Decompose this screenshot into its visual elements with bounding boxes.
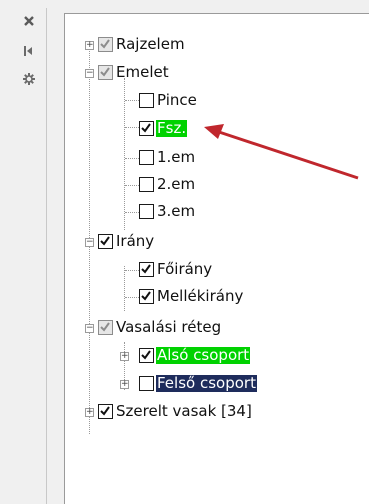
tree-item-2em[interactable]: 2.em — [65, 174, 265, 196]
label-also-csoport: Alsó csoport — [156, 346, 251, 364]
tree-item-emelet[interactable]: − Emelet — [65, 62, 265, 84]
label-irany: Irány — [116, 232, 155, 250]
label-szerelt-vasak: Szerelt vasak [34] — [116, 402, 252, 420]
collapse-icon[interactable]: − — [85, 69, 94, 78]
label-3em: 3.em — [157, 202, 196, 220]
checkbox-1em[interactable] — [139, 150, 154, 165]
tree-item-also-csoport[interactable]: + Alsó csoport — [65, 345, 295, 367]
label-vasalasi-reteg: Vasalási réteg — [116, 318, 222, 336]
tree-item-foirany[interactable]: Főirány — [65, 259, 265, 281]
label-pince: Pince — [157, 91, 197, 109]
checkbox-also-csoport[interactable] — [139, 348, 154, 363]
checkbox-3em[interactable] — [139, 204, 154, 219]
checkbox-foirany[interactable] — [139, 262, 154, 277]
collapse-icon[interactable]: − — [85, 238, 94, 247]
checkbox-pince[interactable] — [139, 93, 154, 108]
tree-item-irany[interactable]: − Irány — [65, 231, 265, 253]
checkbox-emelet[interactable] — [98, 65, 113, 80]
label-emelet: Emelet — [116, 63, 169, 81]
expand-icon[interactable]: + — [120, 380, 129, 389]
tree-item-1em[interactable]: 1.em — [65, 147, 265, 169]
label-foirany: Főirány — [157, 260, 213, 278]
gear-icon[interactable] — [22, 72, 36, 86]
label-2em: 2.em — [157, 175, 196, 193]
layer-tree-panel: + Rajzelem − Emelet Pince Fsz. 1.em 2.em — [64, 13, 369, 504]
expand-icon[interactable]: + — [120, 352, 129, 361]
checkbox-irany[interactable] — [98, 234, 113, 249]
tree-item-mellekirany[interactable]: Mellékirány — [65, 286, 265, 308]
tree-item-3em[interactable]: 3.em — [65, 201, 265, 223]
tree-item-pince[interactable]: Pince — [65, 90, 265, 112]
tree-item-fsz[interactable]: Fsz. — [65, 118, 265, 140]
checkbox-felso-csoport[interactable] — [139, 376, 154, 391]
label-1em: 1.em — [157, 148, 196, 166]
tree-item-rajzelem[interactable]: + Rajzelem — [65, 34, 265, 56]
tree-item-vasalasi-reteg[interactable]: − Vasalási réteg — [65, 317, 285, 339]
checkbox-fsz[interactable] — [139, 121, 154, 136]
panel-sidebar — [0, 0, 46, 504]
close-icon[interactable] — [22, 14, 36, 28]
expand-icon[interactable]: + — [85, 41, 94, 50]
label-fsz: Fsz. — [156, 119, 188, 137]
checkbox-mellekirany[interactable] — [139, 289, 154, 304]
label-rajzelem: Rajzelem — [116, 35, 185, 53]
checkbox-2em[interactable] — [139, 177, 154, 192]
checkbox-szerelt-vasak[interactable] — [98, 404, 113, 419]
collapse-icon[interactable]: − — [85, 324, 94, 333]
tree-item-szerelt-vasak[interactable]: + Szerelt vasak [34] — [65, 401, 305, 423]
dock-icon[interactable] — [22, 44, 36, 58]
tree-item-felso-csoport[interactable]: + Felső csoport — [65, 373, 295, 395]
checkbox-vasalasi-reteg[interactable] — [98, 320, 113, 335]
expand-icon[interactable]: + — [85, 408, 94, 417]
frame-divider — [46, 8, 47, 504]
checkbox-rajzelem[interactable] — [98, 37, 113, 52]
label-mellekirany: Mellékirány — [157, 287, 244, 305]
label-felso-csoport: Felső csoport — [156, 374, 257, 392]
